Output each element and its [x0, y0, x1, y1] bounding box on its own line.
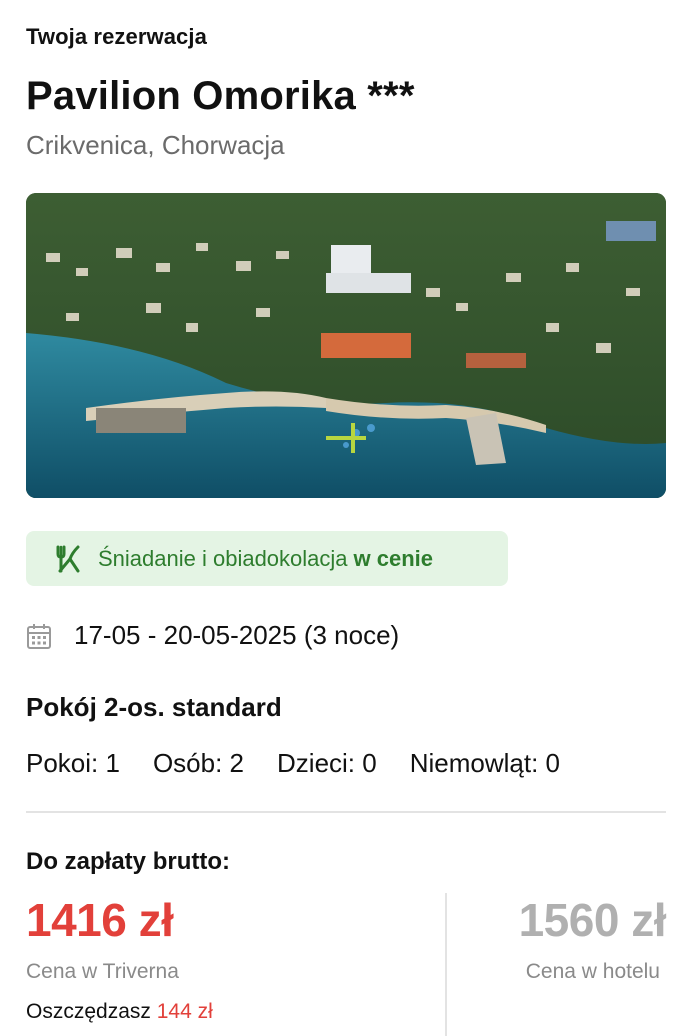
hotel-price: 1560 zł: [518, 894, 667, 946]
our-price: 1416 zł: [26, 894, 174, 946]
savings-prefix: Oszczędzasz: [26, 1000, 151, 1023]
stay-dates: 17-05 - 20-05-2025 (3 noce): [26, 620, 399, 651]
board-label: Śniadanie i obiadokolacja: [98, 545, 348, 571]
occupancy: Pokoi: 1 Osób: 2 Dzieci: 0 Niemowląt: 0: [26, 748, 560, 779]
savings-amount: 144 zł: [156, 1000, 213, 1023]
hotel-photo: [26, 193, 666, 498]
hotel-price-label: Cena w hotelu: [525, 960, 660, 983]
hotel-location: Crikvenica, Chorwacja: [26, 130, 285, 160]
savings: Oszczędzasz 144 zł: [26, 1000, 213, 1024]
fork-knife-icon: [52, 543, 84, 575]
occupancy-rooms: Pokoi: 1: [26, 748, 120, 778]
divider: [26, 811, 666, 813]
occupancy-infants: Niemowląt: 0: [409, 748, 560, 778]
our-price-label: Cena w Triverna: [26, 960, 179, 983]
section-title: Twoja rezerwacja: [26, 24, 207, 49]
occupancy-persons: Osób: 2: [152, 748, 245, 778]
hotel-name: Pavilion Omorika ***: [26, 74, 415, 118]
calendar-icon: [26, 622, 52, 650]
board-included: w cenie: [353, 545, 434, 571]
payment-title: Do zapłaty brutto:: [26, 848, 230, 875]
occupancy-children: Dzieci: 0: [277, 748, 377, 778]
price-divider: [445, 893, 447, 1036]
board-badge: Śniadanie i obiadokolacja w cenie: [26, 531, 508, 586]
room-type: Pokój 2-os. standard: [26, 692, 282, 722]
hotel-aerial-photo: [26, 193, 666, 498]
stay-dates-text: 17-05 - 20-05-2025 (3 noce): [74, 620, 400, 650]
